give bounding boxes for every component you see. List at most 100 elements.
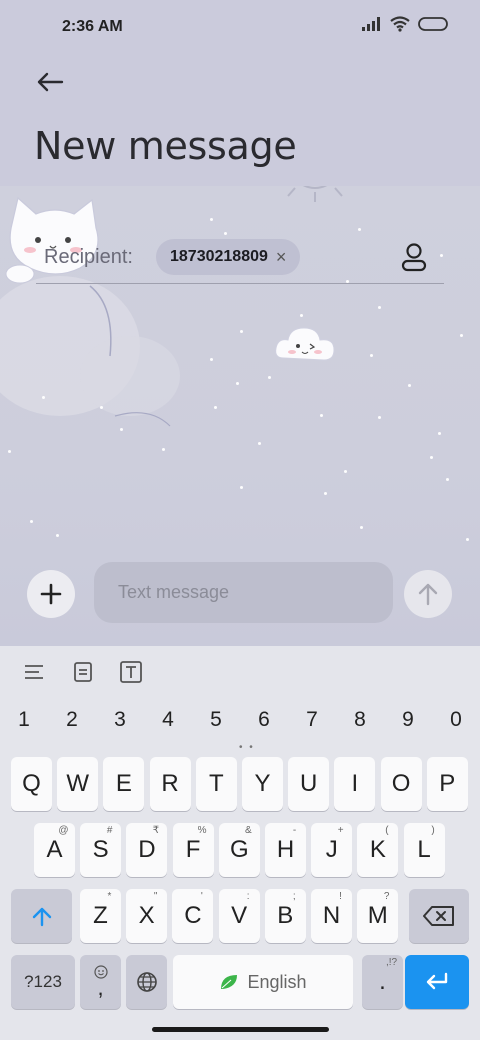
key-label: ?123 [24,972,62,991]
key-a[interactable]: @ A [34,823,75,877]
number-key[interactable]: 2 [48,708,96,732]
key-g[interactable]: & G [218,823,260,877]
key-t[interactable]: T [195,757,237,811]
key-label: P [439,770,456,797]
key-r[interactable]: R [149,757,191,811]
snow-dot [408,384,411,387]
number-row: 1234567890 [0,708,480,738]
key-m[interactable]: ? M [357,889,399,943]
key-y[interactable]: Y [242,757,283,811]
key-s[interactable]: # S [80,823,122,877]
snow-dot [120,428,123,431]
key-f[interactable]: % F [172,823,214,877]
text-format-icon[interactable] [119,660,143,684]
key-n[interactable]: ! N [311,889,352,943]
snow-dot [378,416,381,419]
key-hint: ( [385,825,389,836]
symbols-key[interactable]: ?123 [11,955,75,1009]
key-label: Z [93,902,108,929]
number-key[interactable]: 1 [0,708,48,732]
key-p[interactable]: P [426,757,468,811]
key-label: E [115,770,132,797]
period-key[interactable]: ,!?. [362,955,403,1009]
keyboard-toolbar [0,646,480,698]
key-u[interactable]: U [288,757,330,811]
key-label: C [184,902,202,929]
key-b[interactable]: ; B [264,889,306,943]
key-q[interactable]: Q [11,757,52,811]
key-h[interactable]: -H [265,823,306,877]
key-label: I [351,770,359,797]
key-hint: ! [339,891,342,902]
snow-dot [210,358,213,361]
key-c[interactable]: ' C [172,889,214,943]
snow-dot [344,470,347,473]
shift-key[interactable] [11,889,72,943]
key-d[interactable]: ₹ D [126,823,168,877]
key-label: N [322,902,341,929]
snow-dot [320,414,323,417]
number-key[interactable]: 8 [336,708,384,732]
key-label: W [66,770,90,797]
key-hint: ' [200,891,203,902]
key-hint: # [106,825,113,836]
key-hint: ,!? [385,957,398,968]
choose-contact-button[interactable] [398,240,430,274]
number-key[interactable]: 9 [384,708,432,732]
key-v[interactable]: :V [218,889,260,943]
message-composer: Text message [0,560,480,630]
key-label: R [161,770,179,797]
number-key[interactable]: 5 [192,708,240,732]
remove-recipient-icon[interactable]: × [276,247,287,268]
recipient-chip[interactable]: 18730218809 × [156,239,301,275]
attach-button[interactable] [27,570,75,618]
space-key[interactable]: English [173,955,353,1009]
key-label: S [92,836,109,863]
key-z[interactable]: * Z [80,889,121,943]
key-i[interactable]: I [334,757,376,811]
number-key[interactable]: 7 [288,708,336,732]
wifi-icon [390,16,410,32]
snow-dot [8,450,11,453]
home-indicator[interactable] [152,1027,329,1032]
status-icons [362,16,450,32]
key-k[interactable]: (K [357,823,399,877]
key-hint: + [337,825,344,836]
key-x[interactable]: " X [126,889,168,943]
snow-dot [268,376,271,379]
shift-icon [32,907,51,927]
backspace-key[interactable] [409,889,469,943]
number-key[interactable]: 3 [96,708,144,732]
align-icon[interactable] [22,660,46,684]
number-key[interactable]: 4 [144,708,192,732]
snow-dot [100,406,103,409]
key-e[interactable]: E [103,757,145,811]
back-button[interactable] [30,64,70,100]
key-label: , [97,975,104,1000]
globe-icon [136,972,157,992]
key-hint: - [292,825,297,836]
enter-icon [426,972,448,990]
snow-dot [214,406,217,409]
snow-dot [210,218,213,221]
message-input[interactable]: Text message [94,562,393,623]
send-button[interactable] [404,570,452,618]
snow-dot [430,456,433,459]
emoji-comma-key[interactable]: , [80,955,121,1009]
clipboard-icon[interactable] [71,660,95,684]
enter-key[interactable] [405,955,469,1009]
snow-dot [324,492,327,495]
number-key[interactable]: 0 [432,708,480,732]
back-arrow-icon [37,72,64,92]
language-key[interactable] [126,955,167,1009]
key-hint: : [246,891,250,902]
key-hint: ; [292,891,296,902]
key-o[interactable]: O [380,757,422,811]
snow-dot [358,228,361,231]
number-key[interactable]: 6 [240,708,288,732]
key-j[interactable]: + J [311,823,353,877]
small-cloud-illustration [275,327,335,361]
key-l[interactable]: ) L [403,823,445,877]
snow-dot [56,534,59,537]
key-w[interactable]: W [57,757,99,811]
